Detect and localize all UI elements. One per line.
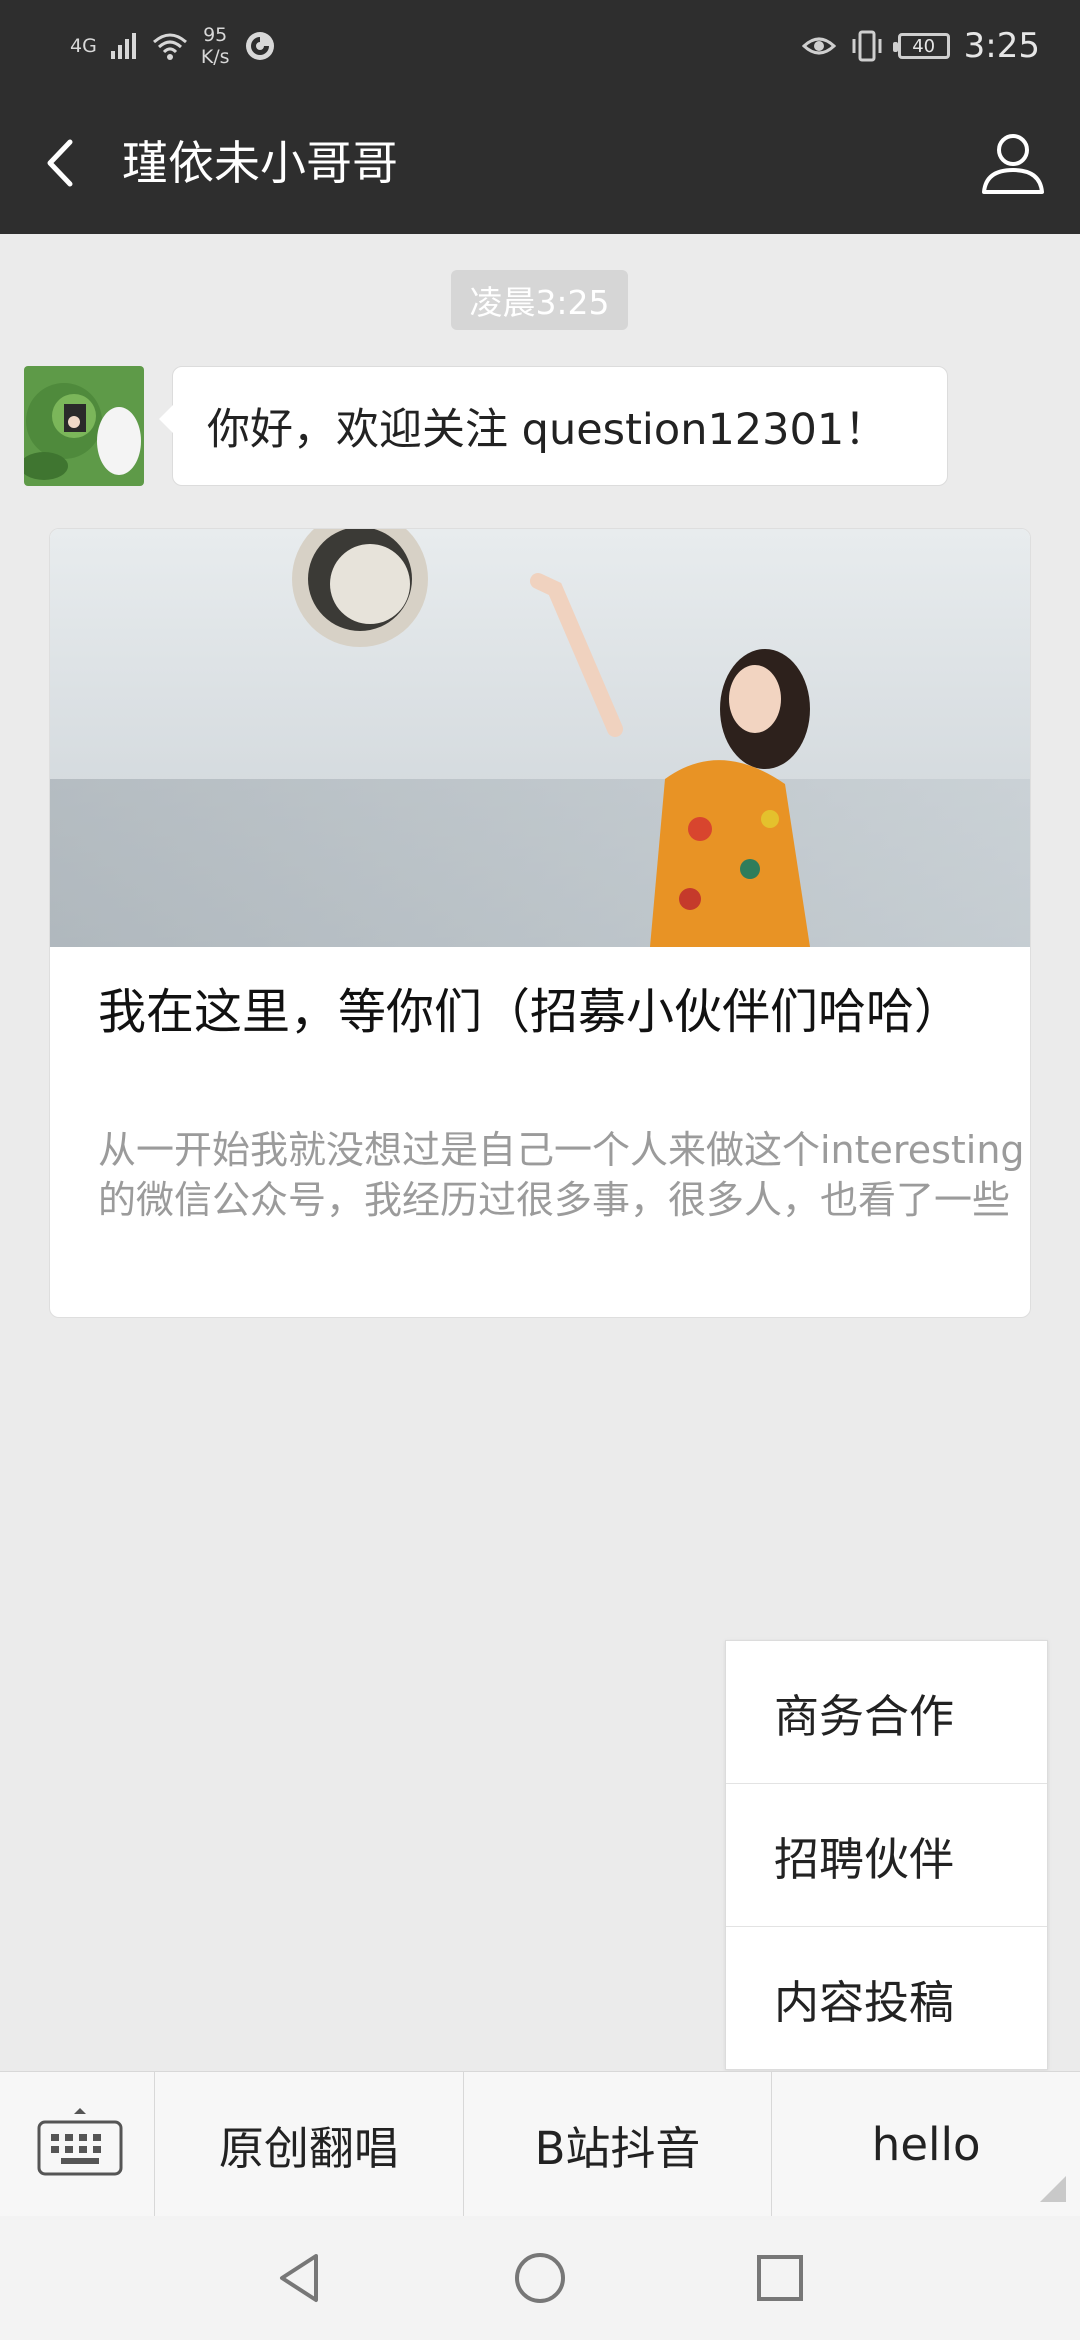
menu-tab-label: hello xyxy=(871,2117,981,2171)
network-speed: 95 K/s xyxy=(201,24,230,68)
network-type: 4G xyxy=(70,35,97,57)
article-title: 我在这里，等你们（招募小伙伴们哈哈） xyxy=(98,984,963,1040)
status-left: 4G 95 K/s xyxy=(70,18,278,74)
battery-level: 40 xyxy=(912,35,936,57)
wifi-icon xyxy=(152,33,187,60)
submenu-popup: 商务合作 招聘伙伴 内容投稿 xyxy=(725,1640,1048,2070)
article-card[interactable]: 我在这里，等你们（招募小伙伴们哈哈） 从一开始我就没想过是自己一个人来做这个in… xyxy=(49,528,1031,1318)
submenu-indicator-icon xyxy=(1040,2176,1067,2202)
menu-bar: 原创翻唱 B站抖音 hello xyxy=(0,2071,1080,2216)
nav-recents-icon[interactable] xyxy=(750,2248,810,2308)
submenu-item-submit[interactable]: 内容投稿 xyxy=(726,1927,1047,2070)
submenu-item-business[interactable]: 商务合作 xyxy=(726,1641,1047,1784)
back-button[interactable] xyxy=(30,128,100,198)
message-timestamp: 凌晨3:25 xyxy=(451,270,628,330)
status-time: 3:25 xyxy=(963,26,1040,66)
system-nav-bar xyxy=(0,2216,1080,2340)
speed-unit: K/s xyxy=(200,46,230,68)
profile-icon xyxy=(982,134,1044,194)
keyboard-icon xyxy=(37,2108,123,2176)
sync-icon xyxy=(245,32,274,60)
article-summary: 从一开始我就没想过是自己一个人来做这个interesting的微信公众号，我经历… xyxy=(98,1128,1025,1222)
status-bar: 4G 95 K/s 40 3:25 xyxy=(0,0,1080,92)
speed-value: 95 xyxy=(203,24,228,46)
menu-tab-hello[interactable]: hello xyxy=(772,2072,1080,2216)
page-title: 瑾依未小哥哥 xyxy=(122,136,398,190)
profile-button[interactable] xyxy=(976,126,1050,200)
menu-tab-label: B站抖音 xyxy=(534,2121,701,2175)
vibrate-icon xyxy=(852,30,882,62)
back-arrow-icon xyxy=(47,139,73,187)
article-cover-image xyxy=(50,529,1030,947)
eye-icon xyxy=(801,37,836,55)
menu-tab-cover[interactable]: 原创翻唱 xyxy=(155,2072,464,2216)
message-text: 你好，欢迎关注 question12301！ xyxy=(207,405,888,455)
chat-header: 瑾依未小哥哥 xyxy=(0,92,1080,234)
menu-tab-label: 原创翻唱 xyxy=(218,2121,399,2175)
status-right: 40 3:25 xyxy=(801,18,1040,74)
signal-icon xyxy=(110,33,136,59)
submenu-item-recruit[interactable]: 招聘伙伴 xyxy=(726,1784,1047,1927)
keyboard-toggle-button[interactable] xyxy=(0,2072,155,2216)
nav-home-icon[interactable] xyxy=(510,2248,570,2308)
battery-icon: 40 xyxy=(892,33,950,59)
message-bubble[interactable]: 你好，欢迎关注 question12301！ xyxy=(159,366,948,486)
menu-tab-bilibili[interactable]: B站抖音 xyxy=(464,2072,773,2216)
nav-back-icon[interactable] xyxy=(270,2248,330,2308)
avatar[interactable] xyxy=(24,366,144,486)
